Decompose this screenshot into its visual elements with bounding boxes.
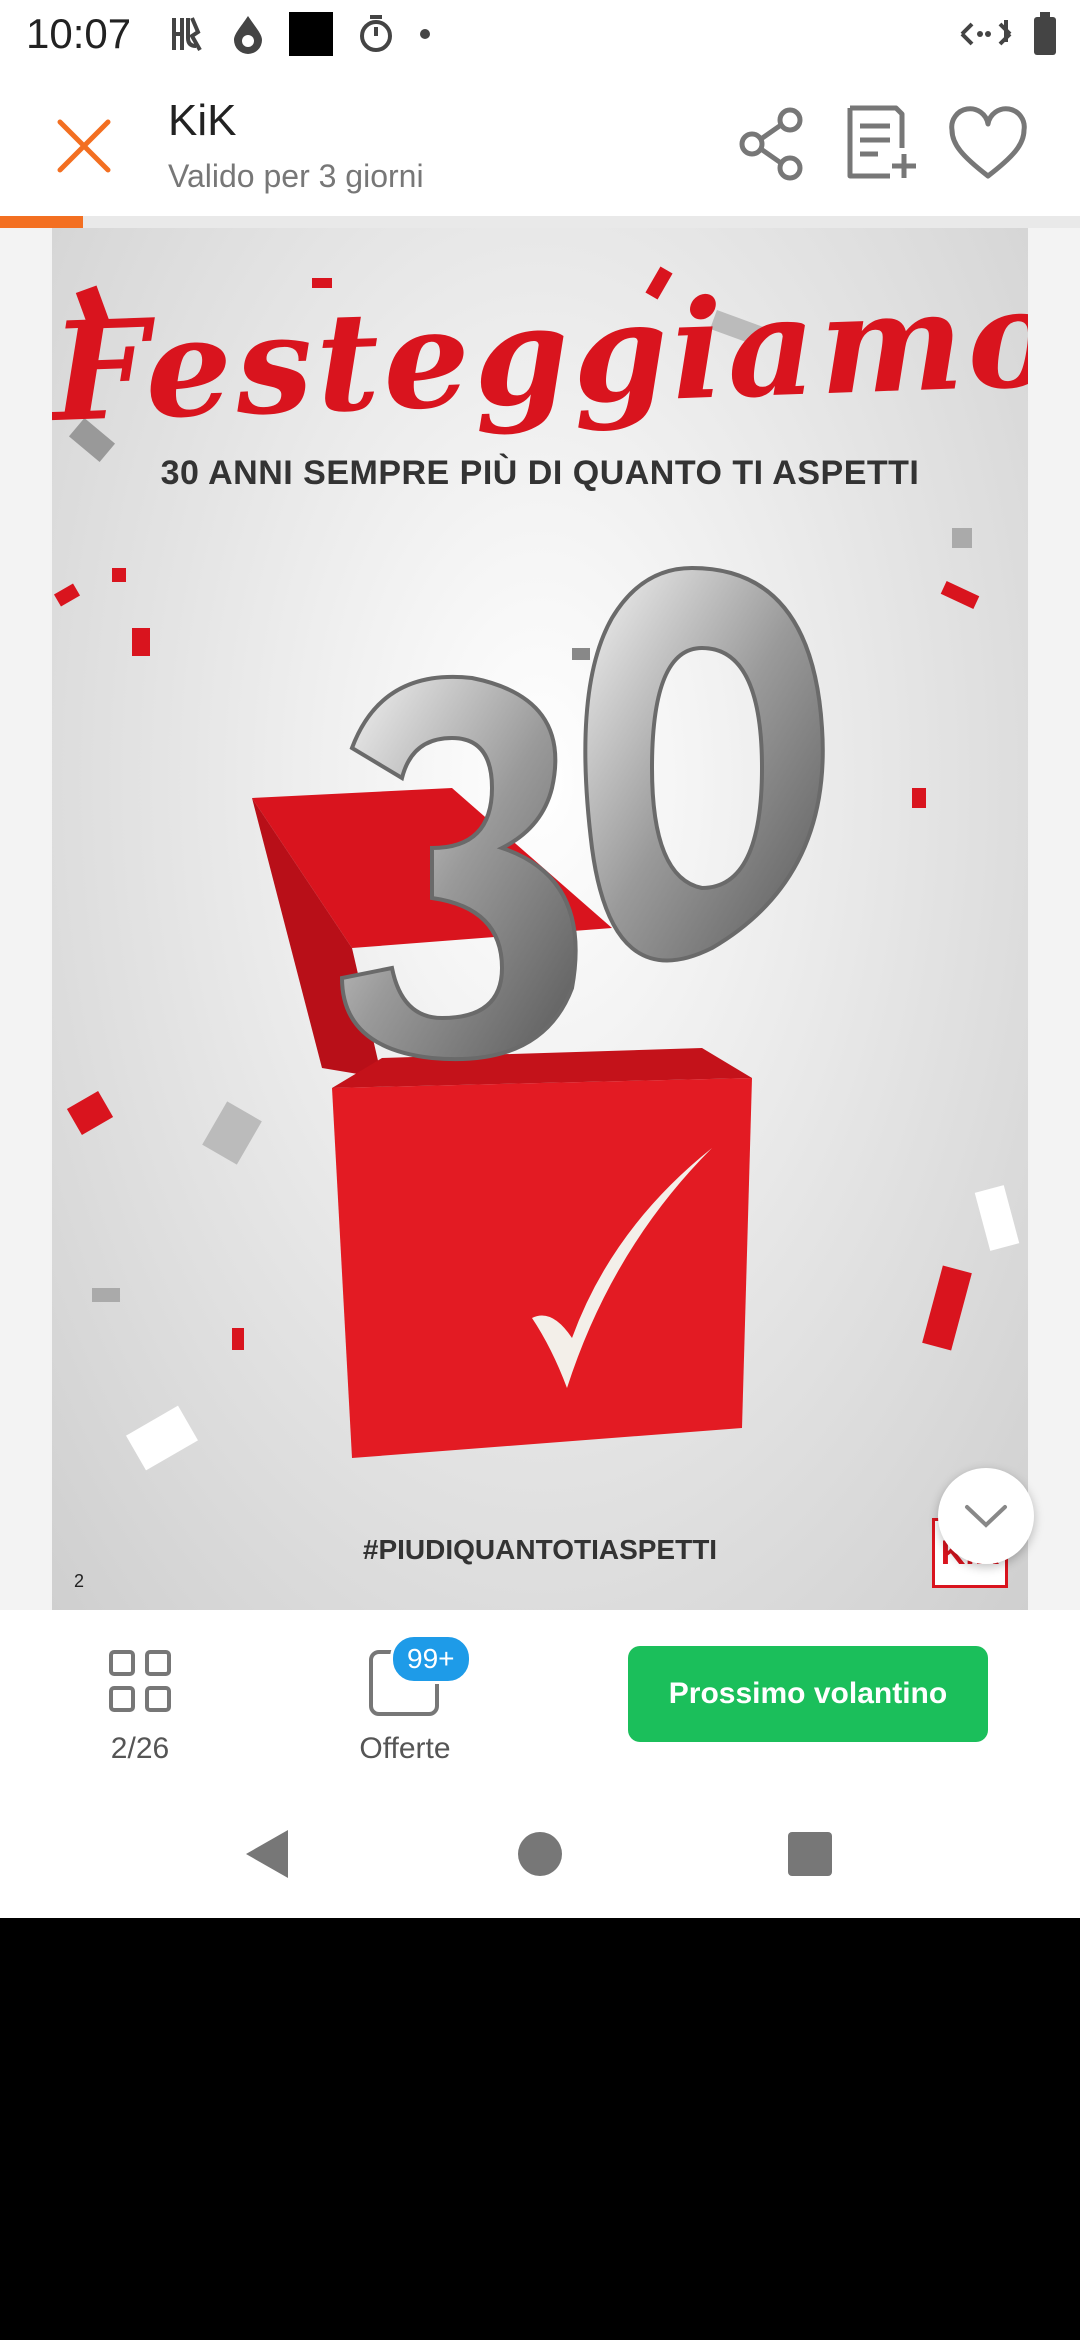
flyer-viewer[interactable]: Festeggiamo 30 ANNI SEMPRE PIÙ DI QUANTO… [0, 228, 1080, 1610]
home-icon [518, 1832, 562, 1876]
pages-overview-button[interactable]: 2/26 [70, 1634, 210, 1765]
heart-icon [949, 106, 1027, 179]
share-icon [739, 107, 803, 181]
offers-button[interactable]: 99+ Offerte [330, 1634, 480, 1765]
offers-count-badge: 99+ [390, 1634, 472, 1684]
home-button[interactable] [506, 1820, 574, 1888]
flyer-progress-fill [0, 216, 84, 228]
flyer-subtitle: 30 ANNI SEMPRE PIÙ DI QUANTO TI ASPETTI [160, 454, 920, 492]
share-button[interactable] [730, 102, 814, 186]
chevron-down-icon [965, 1505, 1007, 1528]
recents-icon [788, 1832, 832, 1876]
back-button[interactable] [236, 1820, 304, 1888]
scroll-down-button[interactable] [938, 1468, 1034, 1564]
back-icon [246, 1830, 288, 1878]
flyer-progress-bar [0, 216, 1080, 228]
recents-button[interactable] [776, 1820, 844, 1888]
pages-counter: 2/26 [110, 1732, 170, 1765]
flyer-title: Festeggiamo [52, 257, 1028, 453]
battery-icon [1032, 11, 1058, 62]
status-bar: 10:07 [0, 0, 1080, 72]
app-bar: KiK Valido per 3 giorni [0, 72, 1080, 216]
grid-icon [109, 1650, 171, 1712]
close-icon [57, 119, 111, 173]
shopping-list-add-icon [847, 105, 916, 179]
offers-label: Offerte [359, 1732, 451, 1765]
drop-icon [230, 14, 266, 59]
notification-icons [168, 11, 432, 59]
timer-icon [356, 14, 396, 59]
status-time: 10:07 [26, 10, 132, 57]
validity-text: Valido per 3 giorni [168, 158, 424, 194]
store-name: KiK [168, 96, 237, 145]
add-to-list-button[interactable] [840, 102, 924, 186]
flyer-page-number: 2 [74, 1571, 85, 1591]
harry-potter-icon [168, 14, 208, 59]
next-flyer-button[interactable]: Prossimo volantino [628, 1646, 988, 1742]
app-screen: 10:07 KiK Valido per 3 giorni Festeggiam… [0, 0, 1080, 1918]
system-icons [958, 11, 1058, 62]
favorite-button[interactable] [946, 102, 1030, 186]
flyer-page[interactable]: Festeggiamo 30 ANNI SEMPRE PIÙ DI QUANTO… [52, 228, 1028, 1610]
flyer-hashtag: #PIUDIQUANTOTIASPETTI [362, 1534, 718, 1565]
bottom-bar: 2/26 99+ Offerte Prossimo volantino [0, 1610, 1080, 1790]
network-icon [958, 16, 1014, 57]
close-button[interactable] [48, 110, 120, 182]
black-square-icon [288, 11, 334, 62]
dot-icon [418, 27, 432, 46]
red-box [332, 1078, 752, 1458]
navigation-bar [0, 1790, 1080, 1918]
